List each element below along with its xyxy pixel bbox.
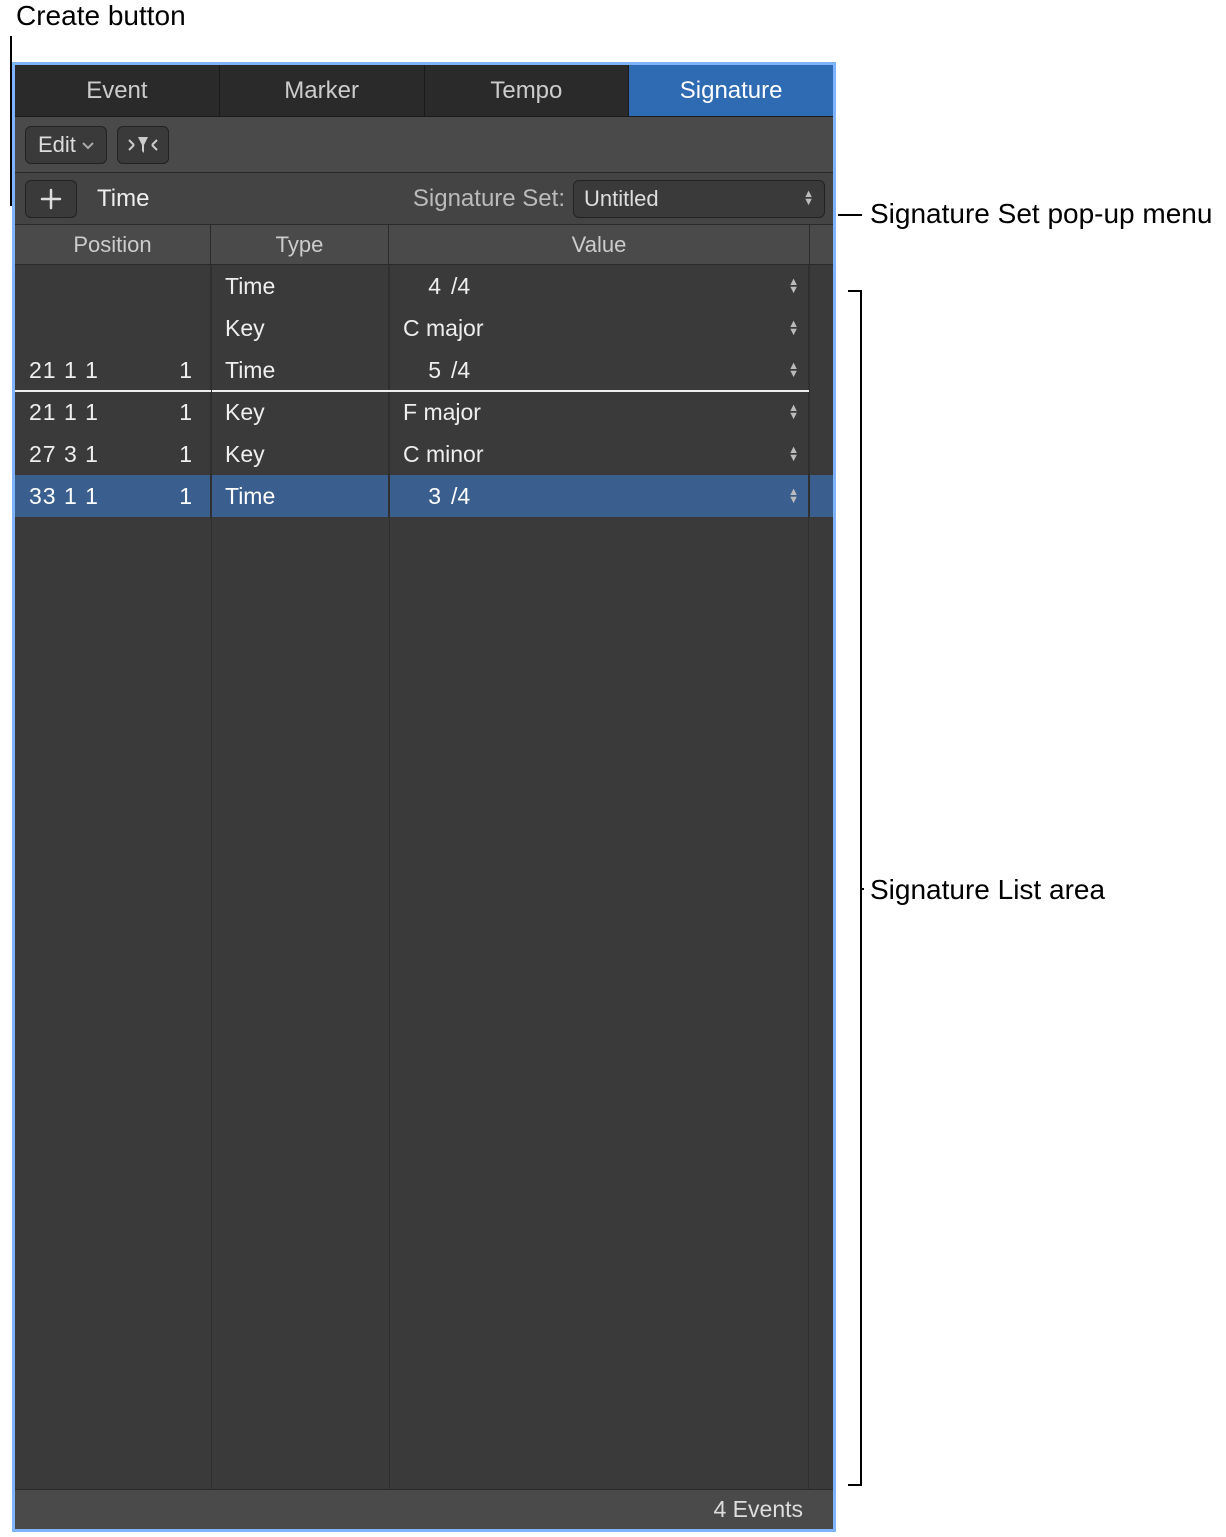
- row-gutter: [809, 433, 833, 475]
- cell-position[interactable]: [15, 265, 211, 307]
- catch-filter-button[interactable]: [117, 126, 169, 164]
- callout-create-button: Create button: [16, 0, 186, 32]
- callout-tick: [862, 888, 864, 890]
- updown-stepper-icon[interactable]: ▲▼: [788, 321, 799, 336]
- cell-value[interactable]: 3/4 ▲▼: [389, 475, 809, 517]
- position-sub: 1: [179, 483, 192, 510]
- scrollbar-gutter: [809, 225, 833, 264]
- time-numerator[interactable]: 4: [403, 273, 441, 300]
- create-row: Time Signature Set: Untitled ▲▼: [15, 173, 833, 225]
- signature-set-label: Signature Set:: [413, 185, 565, 213]
- updown-stepper-icon[interactable]: ▲▼: [788, 405, 799, 420]
- key-value[interactable]: C major: [403, 315, 484, 342]
- position-text: 27 3 1: [29, 441, 99, 468]
- status-bar: 4 Events: [15, 1489, 833, 1529]
- callout-line: [838, 214, 862, 216]
- table-row[interactable]: Time 4/4 ▲▼: [15, 265, 833, 307]
- row-gutter: [809, 265, 833, 307]
- tab-tempo[interactable]: Tempo: [425, 65, 630, 116]
- tab-signature[interactable]: Signature: [629, 65, 833, 116]
- key-value[interactable]: C minor: [403, 441, 484, 468]
- cell-position[interactable]: 21 1 11: [15, 349, 211, 391]
- position-text: 21 1 1: [29, 399, 99, 426]
- cell-value[interactable]: C major ▲▼: [389, 307, 809, 349]
- cell-type[interactable]: Time: [211, 475, 389, 517]
- signature-list-area[interactable]: Time4/4▲▼KeyC major▲▼21 1 11Time5/4▲▼21 …: [15, 265, 833, 1489]
- position-sub: 1: [179, 357, 192, 384]
- table-row[interactable]: 21 1 11KeyF major▲▼: [15, 391, 833, 433]
- row-gutter: [809, 391, 833, 433]
- signature-list-panel: Event Marker Tempo Signature Edit: [12, 62, 836, 1532]
- edit-menu-label: Edit: [38, 132, 76, 158]
- cell-position[interactable]: [15, 307, 211, 349]
- callout-list-area: Signature List area: [870, 874, 1105, 906]
- position-text: 33 1 1: [29, 483, 99, 510]
- table-row[interactable]: 33 1 1 1 Time 3/4 ▲▼: [15, 475, 833, 517]
- column-header-value[interactable]: Value: [389, 225, 809, 264]
- column-header-position[interactable]: Position: [15, 225, 211, 264]
- plus-icon: [40, 188, 62, 210]
- edit-menu-button[interactable]: Edit: [25, 126, 107, 164]
- create-type-label: Time: [97, 185, 149, 213]
- cell-value[interactable]: 4/4 ▲▼: [389, 265, 809, 307]
- callout-bracket: [848, 290, 862, 1486]
- row-gutter: [809, 475, 833, 517]
- position-sub: 1: [179, 399, 192, 426]
- cell-type[interactable]: Key: [211, 391, 389, 433]
- cell-position[interactable]: 33 1 1 1: [15, 475, 211, 517]
- time-denominator[interactable]: /4: [451, 483, 470, 510]
- cell-type[interactable]: Key: [211, 433, 389, 475]
- cell-type[interactable]: Time: [211, 265, 389, 307]
- key-value[interactable]: F major: [403, 399, 481, 426]
- toolbar: Edit: [15, 117, 833, 173]
- cell-value[interactable]: C minor ▲▼: [389, 433, 809, 475]
- chevron-down-icon: [82, 137, 94, 153]
- tab-marker[interactable]: Marker: [220, 65, 425, 116]
- position-text: 21 1 1: [29, 357, 99, 384]
- updown-stepper-icon[interactable]: ▲▼: [788, 279, 799, 294]
- callout-sigset-popup: Signature Set pop-up menu: [870, 198, 1212, 230]
- position-sub: 1: [179, 441, 192, 468]
- updown-stepper-icon: ▲▼: [803, 191, 814, 206]
- cell-position[interactable]: 27 3 1 1: [15, 433, 211, 475]
- cell-position[interactable]: 21 1 11: [15, 391, 211, 433]
- cell-type[interactable]: Time: [211, 349, 389, 391]
- row-gutter: [809, 349, 833, 391]
- filter-icon: [126, 134, 160, 156]
- create-button[interactable]: [25, 180, 77, 218]
- status-text: 4 Events: [714, 1496, 804, 1523]
- updown-stepper-icon[interactable]: ▲▼: [788, 489, 799, 504]
- table-row[interactable]: 21 1 11Time5/4▲▼: [15, 349, 833, 391]
- signature-set-value: Untitled: [584, 186, 659, 212]
- time-denominator[interactable]: /4: [451, 357, 470, 384]
- table-row[interactable]: Key C major ▲▼: [15, 307, 833, 349]
- updown-stepper-icon[interactable]: ▲▼: [788, 447, 799, 462]
- row-gutter: [809, 307, 833, 349]
- updown-stepper-icon[interactable]: ▲▼: [788, 363, 799, 378]
- column-header-row: Position Type Value: [15, 225, 833, 265]
- tab-event[interactable]: Event: [15, 65, 220, 116]
- cell-value[interactable]: F major ▲▼: [389, 391, 809, 433]
- time-numerator[interactable]: 3: [403, 483, 441, 510]
- time-denominator[interactable]: /4: [451, 273, 470, 300]
- signature-set-popup[interactable]: Untitled ▲▼: [573, 180, 825, 218]
- tab-row: Event Marker Tempo Signature: [15, 65, 833, 117]
- column-header-type[interactable]: Type: [211, 225, 389, 264]
- cell-type[interactable]: Key: [211, 307, 389, 349]
- table-row[interactable]: 27 3 1 1 Key C minor ▲▼: [15, 433, 833, 475]
- time-numerator[interactable]: 5: [403, 357, 441, 384]
- cell-value[interactable]: 5/4 ▲▼: [389, 349, 809, 391]
